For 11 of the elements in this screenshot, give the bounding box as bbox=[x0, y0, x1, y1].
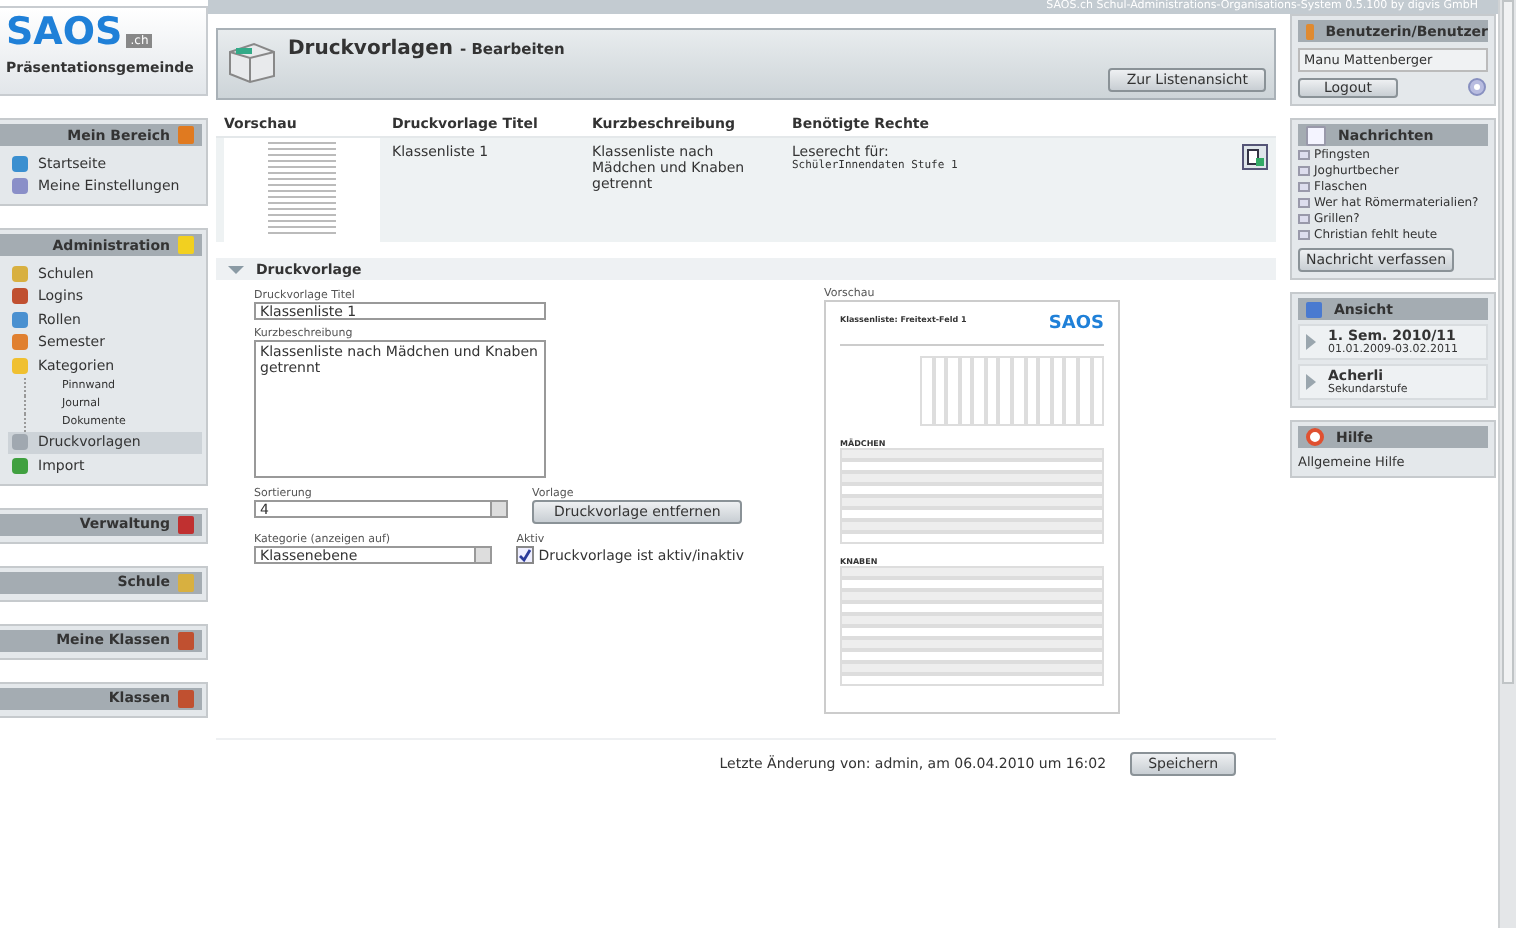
gear-icon[interactable] bbox=[1466, 76, 1488, 98]
active-checkbox[interactable] bbox=[516, 546, 535, 564]
panel-icon bbox=[178, 631, 194, 649]
panel-icon bbox=[178, 515, 194, 533]
panel-icon bbox=[178, 573, 194, 591]
logo-text: SAOS bbox=[6, 14, 123, 52]
panel-icon bbox=[178, 689, 194, 707]
scrollbar[interactable] bbox=[1498, 0, 1516, 928]
panel-icon bbox=[178, 236, 194, 254]
panel-icon bbox=[178, 126, 194, 144]
document-action-icon[interactable] bbox=[1242, 144, 1268, 170]
